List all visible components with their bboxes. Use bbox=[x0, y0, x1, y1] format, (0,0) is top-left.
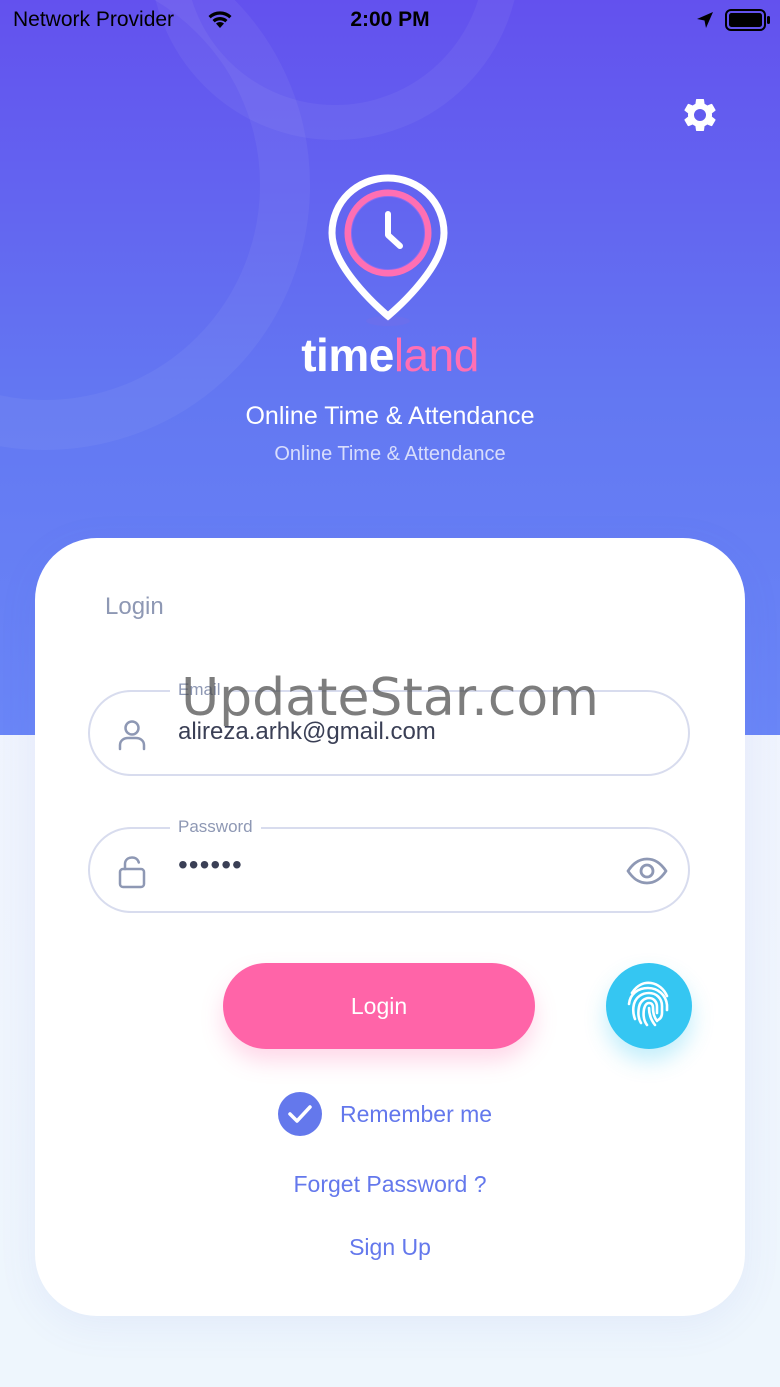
remember-checkbox[interactable] bbox=[278, 1092, 322, 1136]
eye-icon[interactable] bbox=[626, 857, 668, 890]
password-label: Password bbox=[170, 817, 261, 837]
password-field[interactable]: Password •••••• bbox=[88, 817, 690, 913]
password-input[interactable]: •••••• bbox=[178, 849, 243, 881]
email-field[interactable]: Email alireza.arhk@gmail.com bbox=[88, 680, 690, 776]
unlock-icon bbox=[116, 855, 148, 894]
login-card: Login Email alireza.arhk@gmail.com Passw… bbox=[35, 538, 745, 1316]
location-arrow-icon bbox=[695, 10, 715, 35]
brand-wordmark: timeland bbox=[0, 328, 780, 382]
status-time: 2:00 PM bbox=[350, 8, 430, 31]
brand-name-land: land bbox=[393, 329, 479, 381]
fingerprint-button[interactable] bbox=[606, 963, 692, 1049]
fingerprint-icon bbox=[622, 977, 676, 1036]
brand-name-time: time bbox=[301, 329, 394, 381]
email-label: Email bbox=[170, 680, 229, 700]
login-button[interactable]: Login bbox=[223, 963, 535, 1049]
remember-me-label: Remember me bbox=[340, 1101, 493, 1127]
check-icon bbox=[288, 1105, 312, 1123]
clock-pin-logo bbox=[326, 174, 450, 337]
subtagline: Online Time & Attendance bbox=[274, 443, 506, 465]
tagline: Online Time & Attendance bbox=[245, 402, 535, 430]
status-bar: Network Provider 2:00 PM bbox=[0, 0, 780, 40]
sign-up-link[interactable]: Sign Up bbox=[35, 1234, 745, 1261]
user-icon bbox=[116, 718, 148, 757]
login-title: Login bbox=[105, 593, 164, 620]
email-input[interactable]: alireza.arhk@gmail.com bbox=[178, 718, 436, 746]
battery-icon bbox=[725, 9, 771, 36]
forgot-password-link[interactable]: Forget Password ? bbox=[35, 1171, 745, 1198]
gear-icon[interactable] bbox=[680, 95, 720, 135]
